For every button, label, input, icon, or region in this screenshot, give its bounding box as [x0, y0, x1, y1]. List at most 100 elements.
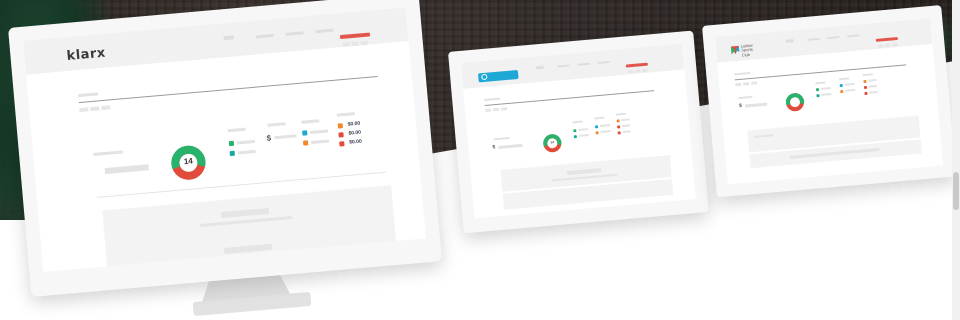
- donut-chart: [785, 93, 805, 112]
- legend-swatch-teal: [816, 94, 820, 98]
- club-logo-icon: [730, 45, 740, 55]
- filter-chip[interactable]: [642, 68, 648, 73]
- legend-label: [311, 139, 330, 145]
- tab[interactable]: [735, 82, 742, 87]
- legend-label: [237, 149, 256, 155]
- amount-value: $0.00: [347, 120, 361, 128]
- monitor-screen: klarx 14 $ $0.00 $0.00 $0.00: [23, 7, 426, 272]
- column-header: [267, 122, 286, 127]
- section-title: [78, 92, 99, 98]
- section-title: [734, 71, 751, 76]
- amount-label: [274, 134, 297, 140]
- desktop-monitor: klarx 14 $ $0.00 $0.00 $0.00: [8, 0, 442, 297]
- brand-logo[interactable]: Lekker Sports Club: [741, 43, 754, 58]
- filter-chip[interactable]: [628, 69, 634, 74]
- panel-heading: [220, 207, 270, 219]
- legend-swatch-red: [338, 132, 344, 138]
- legend-label: [578, 128, 589, 131]
- dashboard-app: $ 14: [461, 43, 696, 219]
- tab[interactable]: [90, 106, 100, 112]
- filter-chip[interactable]: [885, 43, 891, 48]
- legend-swatch-orange: [595, 131, 599, 135]
- filter-chip[interactable]: [892, 43, 898, 47]
- tab[interactable]: [79, 107, 89, 113]
- legend-swatch-red: [339, 141, 345, 147]
- legend-swatch-blue: [594, 125, 599, 129]
- panel-text: [551, 173, 618, 182]
- legend-swatch-red: [617, 125, 621, 129]
- legend-label: [820, 87, 831, 90]
- page-scrollbar[interactable]: [952, 0, 960, 320]
- amount-value: [868, 79, 877, 82]
- filter-chip[interactable]: [878, 44, 884, 48]
- laptop-device: $ 14: [448, 30, 709, 234]
- tab[interactable]: [501, 107, 508, 111]
- legend-swatch-red: [617, 131, 621, 135]
- tab[interactable]: [743, 82, 750, 86]
- tab[interactable]: [493, 107, 500, 112]
- summary-label: [493, 136, 510, 141]
- panel-heading: [566, 168, 602, 176]
- panel-heading: [223, 243, 273, 254]
- amount-value: [868, 84, 877, 88]
- amount-value: $0.00: [348, 129, 362, 137]
- legend-label: [844, 82, 855, 86]
- currency-symbol: $: [738, 102, 743, 110]
- summary-value: [104, 164, 149, 175]
- legend-swatch-blue: [302, 130, 308, 136]
- column-header: [594, 116, 605, 120]
- filter-chip[interactable]: [360, 40, 368, 46]
- summary-value: [498, 143, 523, 149]
- filter-chip[interactable]: [342, 42, 350, 47]
- summary-label: [93, 150, 124, 157]
- donut-segment-green: [785, 93, 795, 106]
- legend-swatch-green: [228, 140, 235, 147]
- legend-label: [821, 92, 832, 96]
- legend-label: [310, 129, 329, 135]
- currency-symbol: $: [492, 144, 496, 151]
- legend-swatch-blue: [839, 83, 843, 88]
- legend-swatch-orange: [616, 119, 620, 123]
- legend-swatch-red: [863, 85, 868, 90]
- gear-icon: [481, 73, 488, 81]
- legend-swatch-green: [815, 88, 820, 92]
- panel-text: [199, 216, 292, 228]
- legend-swatch-orange: [863, 79, 867, 84]
- panel-heading: [753, 134, 774, 138]
- legend-swatch-orange: [840, 89, 844, 94]
- amount-value: $0.00: [349, 138, 363, 146]
- panel-text: [789, 148, 880, 159]
- tab[interactable]: [101, 105, 111, 111]
- summary-value: [745, 102, 768, 108]
- legend-label: [599, 124, 611, 128]
- filter-chip[interactable]: [635, 69, 641, 73]
- section-divider: [734, 64, 907, 81]
- amount-value: [621, 118, 630, 122]
- column-header: [862, 73, 873, 77]
- column-header: [839, 77, 850, 81]
- legend-label: [845, 88, 856, 92]
- section-divider: [78, 75, 378, 104]
- section-title: [484, 97, 501, 102]
- tab[interactable]: [485, 108, 492, 112]
- filter-chip[interactable]: [351, 41, 359, 47]
- legend-swatch-orange: [337, 123, 344, 129]
- amount-value: [622, 130, 631, 134]
- legend-label: [236, 139, 255, 145]
- amount-value: [622, 124, 631, 128]
- amount-value: [869, 90, 878, 94]
- column-header: [616, 112, 627, 116]
- currency-symbol: $: [266, 133, 272, 143]
- scrollbar-thumb[interactable]: [953, 172, 959, 210]
- legend-label: [578, 134, 589, 137]
- tab[interactable]: [751, 81, 758, 85]
- summary-label: [738, 95, 753, 100]
- column-header: [301, 119, 320, 124]
- dashboard-app: Lekker Sports Club $: [715, 18, 943, 184]
- legend-label: [600, 130, 611, 134]
- column-header: [815, 81, 826, 85]
- tablet-device: Lekker Sports Club $: [702, 5, 957, 198]
- dashboard-app: klarx 14 $ $0.00 $0.00 $0.00: [23, 7, 426, 272]
- marketing-banner: klarx 14 $ $0.00 $0.00 $0.00 $ 14 Lekker…: [0, 0, 960, 320]
- app-header: [461, 43, 685, 89]
